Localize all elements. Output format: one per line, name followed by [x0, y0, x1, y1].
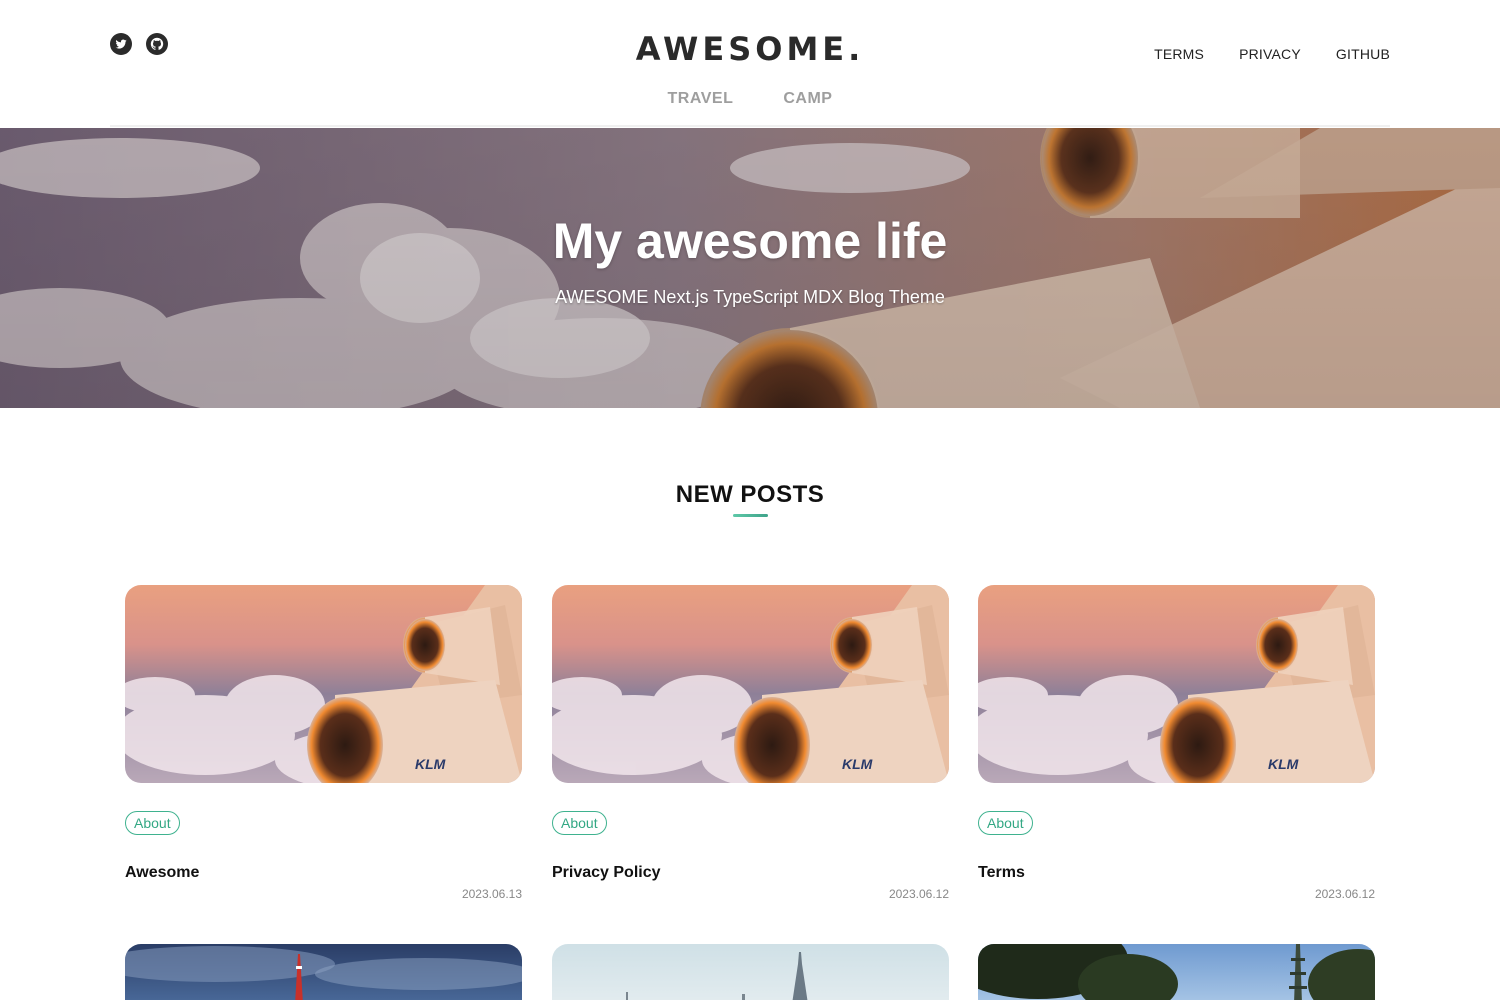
nav-github[interactable]: GITHUB	[1336, 46, 1390, 62]
post-thumbnail[interactable]: KLM	[978, 585, 1375, 783]
svg-text:KLM: KLM	[1268, 756, 1299, 772]
post-title[interactable]: Awesome	[125, 864, 199, 882]
post-title[interactable]: Privacy Policy	[552, 864, 661, 882]
post-tag[interactable]: About	[125, 811, 180, 835]
post-title[interactable]: Terms	[978, 864, 1025, 882]
post-card[interactable]: KLM About Terms 2023.06.12	[978, 585, 1375, 905]
post-thumbnail[interactable]	[552, 944, 949, 1000]
post-thumbnail[interactable]	[125, 944, 522, 1000]
section-title: NEW POSTS	[675, 481, 825, 508]
category-camp[interactable]: CAMP	[783, 90, 832, 108]
section-title-underline	[733, 514, 768, 517]
header-divider	[110, 125, 1390, 127]
hero-subtitle: AWESOME Next.js TypeScript MDX Blog Them…	[555, 287, 945, 307]
post-card[interactable]: KLM About Awesome 2023.06.13	[125, 585, 522, 905]
post-tag[interactable]: About	[552, 811, 607, 835]
airplane-engine-image: KLM	[125, 585, 522, 783]
hero-banner: My awesome life AWESOME Next.js TypeScri…	[0, 128, 1500, 408]
hero-title: My awesome life	[552, 213, 948, 269]
post-thumbnail[interactable]: KLM	[552, 585, 949, 783]
svg-text:KLM: KLM	[415, 756, 446, 772]
post-card[interactable]: KLM About Privacy Policy 2023.06.12	[552, 585, 949, 905]
post-thumbnail[interactable]	[978, 944, 1375, 1000]
post-tag[interactable]: About	[978, 811, 1033, 835]
post-date: 2023.06.13	[461, 887, 522, 901]
post-date: 2023.06.12	[1314, 887, 1375, 901]
airplane-engine-image: KLM	[978, 585, 1375, 783]
category-nav: TRAVEL CAMP	[0, 90, 1500, 108]
airplane-engine-image: KLM	[552, 585, 949, 783]
category-travel[interactable]: TRAVEL	[668, 90, 734, 108]
site-header: AWESOME. TERMS PRIVACY GITHUB TRAVEL CAM…	[0, 0, 1500, 128]
pagoda-tree-image	[978, 944, 1375, 1000]
eiffel-tower-image	[552, 944, 949, 1000]
svg-text:KLM: KLM	[842, 756, 873, 772]
tokyo-tower-image	[125, 944, 522, 1000]
nav-terms[interactable]: TERMS	[1154, 46, 1204, 62]
top-nav: TERMS PRIVACY GITHUB	[1154, 46, 1390, 62]
post-date: 2023.06.12	[888, 887, 949, 901]
post-thumbnail[interactable]: KLM	[125, 585, 522, 783]
nav-privacy[interactable]: PRIVACY	[1239, 46, 1301, 62]
